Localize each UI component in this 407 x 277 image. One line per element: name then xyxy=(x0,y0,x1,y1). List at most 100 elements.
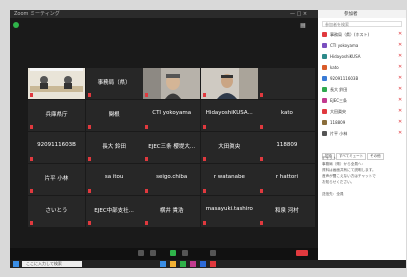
participant-list-name: kato xyxy=(330,65,339,70)
taskbar-app-icon[interactable] xyxy=(210,261,216,267)
muted-mic-icon xyxy=(30,157,33,161)
window-title: Zoom ミーティング xyxy=(14,11,60,17)
muted-mic-icon xyxy=(202,157,206,161)
muted-mic-icon xyxy=(260,221,264,225)
avatar xyxy=(322,87,327,92)
panel-buttons: 招待 すべてミュート その他 xyxy=(322,142,404,160)
participant-list-item[interactable]: 片平 小林 ✕ xyxy=(322,130,404,138)
muted-mic-icon xyxy=(202,221,206,225)
participant-tile[interactable]: seigo.chiba xyxy=(143,164,201,195)
participant-list-item[interactable]: HidayoshiKUSA ✕ xyxy=(322,53,404,61)
participant-tile[interactable]: masayuki.tashiro xyxy=(200,196,258,227)
taskbar-app-icon[interactable] xyxy=(180,261,186,267)
muted-mic-icon: ✕ xyxy=(398,64,403,70)
participant-tile[interactable]: さいとう xyxy=(28,196,85,227)
leave-button[interactable] xyxy=(296,250,308,256)
taskbar-app-icon[interactable] xyxy=(190,261,196,267)
chat-line: 送信先：全員 xyxy=(322,192,344,196)
participant-list-name: 片平 小林 xyxy=(330,131,348,136)
folder-icon[interactable] xyxy=(170,261,176,267)
avatar xyxy=(322,98,327,103)
participant-name: 兵庫県庁 xyxy=(45,112,68,118)
participant-list-item[interactable]: EJEC三条 ✕ xyxy=(322,97,404,105)
video-icon[interactable] xyxy=(150,250,156,256)
participant-tile[interactable]: 長大 鈴田 xyxy=(85,132,143,163)
avatar xyxy=(322,43,327,48)
muted-mic-icon: ✕ xyxy=(398,119,403,125)
participant-list-item[interactable]: 大田眞央 ✕ xyxy=(322,108,404,116)
participant-tile[interactable]: CTI yokoyama xyxy=(143,100,201,131)
participant-list-item[interactable]: 9209111603B ✕ xyxy=(322,75,404,83)
participant-name: 大田眞央 xyxy=(218,144,241,150)
muted-mic-icon xyxy=(260,93,264,97)
windows-taskbar: ここに入力して検索 xyxy=(10,260,406,268)
muted-mic-icon: ✕ xyxy=(398,31,403,37)
participant-list-item[interactable]: 長大 鈴田 ✕ xyxy=(322,86,404,94)
participant-tile[interactable]: 118809 xyxy=(258,132,316,163)
participant-name: EJEC三条 櫻堤大... xyxy=(148,144,196,150)
participant-list-item[interactable]: CTI yokoyama ✕ xyxy=(322,42,404,50)
participant-name: CTI yokoyama xyxy=(152,110,192,116)
participant-name: 和泉 河村 xyxy=(275,208,299,214)
muted-mic-icon: ✕ xyxy=(398,53,403,59)
meeting-toolbar xyxy=(10,248,318,260)
video-feed xyxy=(200,68,258,99)
muted-mic-icon xyxy=(145,157,149,161)
participant-tile[interactable]: 事務局（県） xyxy=(85,68,143,99)
participant-tile[interactable]: 和泉 河村 xyxy=(258,196,316,227)
avatar xyxy=(322,131,327,136)
participant-name: さいとう xyxy=(45,208,68,214)
participant-list-name: 事務局（県）(ホスト) xyxy=(330,32,370,37)
taskbar-search-input[interactable]: ここに入力して検索 xyxy=(22,261,82,267)
participant-name: 118809 xyxy=(276,142,298,148)
participant-tile[interactable]: 片平 小林 xyxy=(28,164,85,195)
participant-tile[interactable]: HidayoshiKUSA... xyxy=(200,100,258,131)
muted-mic-icon: ✕ xyxy=(398,97,403,103)
participant-tile[interactable]: kato xyxy=(258,100,316,131)
window-controls[interactable]: — □ × xyxy=(290,10,307,18)
participant-list-item[interactable]: 118809 ✕ xyxy=(322,119,404,127)
share-screen-icon[interactable] xyxy=(170,250,176,256)
zoom-icon[interactable] xyxy=(200,261,206,267)
participant-tile[interactable]: EJEC三条 櫻堤大... xyxy=(143,132,201,163)
participant-tile[interactable]: 9209111603B xyxy=(28,132,85,163)
participant-name: sa itou xyxy=(104,174,124,180)
avatar xyxy=(322,120,327,125)
taskbar-app-icon[interactable] xyxy=(160,261,166,267)
participant-tile[interactable]: EJEC中部支社... xyxy=(85,196,143,227)
participant-search-input[interactable]: 参加者を検索 xyxy=(322,21,402,27)
participant-tile[interactable]: r hattori xyxy=(258,164,316,195)
participant-tile[interactable] xyxy=(258,68,316,99)
participants-icon[interactable] xyxy=(182,250,188,256)
muted-mic-icon: ✕ xyxy=(398,108,403,114)
participant-tile[interactable]: 兵庫県庁 xyxy=(28,100,85,131)
muted-mic-icon xyxy=(202,93,206,97)
mute-icon[interactable] xyxy=(138,250,144,256)
photo-frame: Zoom ミーティング — □ × ▦ 事務局（県） 兵庫県庁 関根 CTI yoko… xyxy=(0,0,407,277)
participant-tile[interactable]: 大田眞央 xyxy=(200,132,258,163)
participant-tile[interactable] xyxy=(143,68,201,99)
participant-tile[interactable]: 関根 xyxy=(85,100,143,131)
participant-list-item[interactable]: 事務局（県）(ホスト) ✕ xyxy=(322,31,404,39)
participant-name: r hattori xyxy=(275,174,299,180)
participant-tile[interactable] xyxy=(28,68,85,99)
muted-mic-icon xyxy=(87,125,91,129)
muted-mic-icon xyxy=(30,221,33,225)
muted-mic-icon xyxy=(260,125,264,129)
participant-list-item[interactable]: kato ✕ xyxy=(322,64,404,72)
participant-list-name: 大田眞央 xyxy=(330,109,346,114)
reactions-icon[interactable] xyxy=(210,250,216,256)
chat-line: お知らせください。 xyxy=(322,180,355,184)
participant-tile[interactable]: 横井 貴浩 xyxy=(143,196,201,227)
windows-start-icon[interactable] xyxy=(13,261,19,267)
participant-name: masayuki.tashiro xyxy=(205,206,253,212)
gallery-view-icon[interactable]: ▦ xyxy=(300,22,306,29)
participant-name: r watanabe xyxy=(213,174,245,180)
participant-name: 長大 鈴田 xyxy=(102,144,126,150)
participant-tile[interactable] xyxy=(200,68,258,99)
chat-line: 事務局（県）から全員へ： xyxy=(322,162,366,166)
participant-list-name: HidayoshiKUSA xyxy=(330,54,361,59)
participant-tile[interactable]: sa itou xyxy=(85,164,143,195)
participant-name: 横井 貴浩 xyxy=(159,208,184,214)
participant-tile[interactable]: r watanabe xyxy=(200,164,258,195)
